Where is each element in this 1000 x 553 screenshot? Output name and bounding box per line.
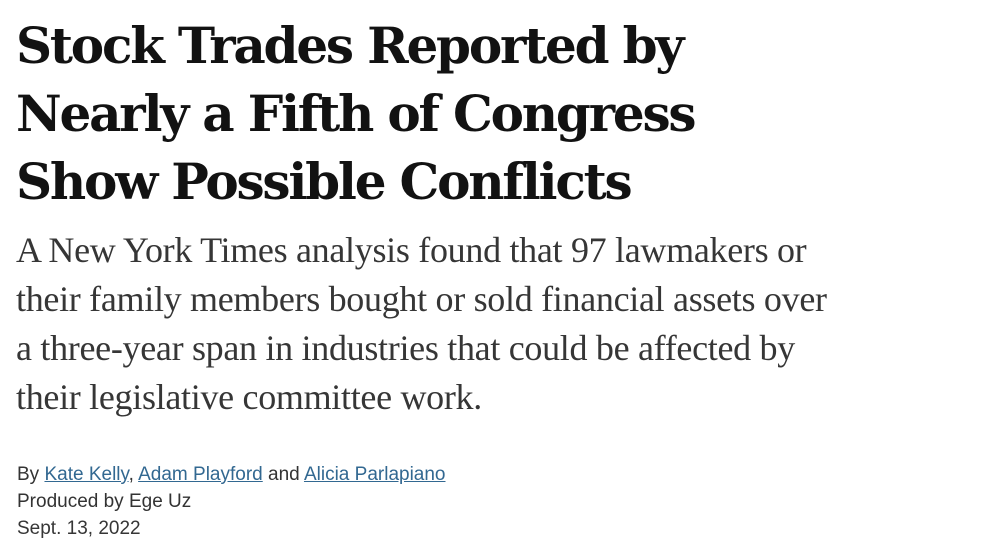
producer-credit: Produced by Ege Uz bbox=[17, 491, 192, 512]
author-link-kate-kelly[interactable]: Kate Kelly bbox=[44, 464, 128, 485]
byline-separator: , bbox=[128, 464, 134, 485]
summary-line: A New York Times analysis found that 97 … bbox=[16, 230, 807, 270]
summary-line: a three-year span in industries that cou… bbox=[16, 328, 795, 368]
byline: By Kate Kelly, Adam Playford and Alicia … bbox=[17, 461, 446, 488]
headline: Stock Trades Reported by Nearly a Fifth … bbox=[16, 12, 976, 216]
headline-line: Nearly a Fifth of Congress bbox=[16, 84, 697, 143]
byline-separator: and bbox=[268, 464, 300, 485]
article-header: Stock Trades Reported by Nearly a Fifth … bbox=[0, 0, 1000, 553]
author-link-alicia-parlapiano[interactable]: Alicia Parlapiano bbox=[304, 464, 446, 485]
author-link-adam-playford[interactable]: Adam Playford bbox=[138, 464, 263, 485]
summary-line: their legislative committee work. bbox=[16, 377, 482, 417]
summary: A New York Times analysis found that 97 … bbox=[16, 226, 976, 422]
publish-date: Sept. 13, 2022 bbox=[17, 518, 141, 539]
headline-line: Show Possible Conflicts bbox=[16, 152, 633, 211]
summary-line: their family members bought or sold fina… bbox=[16, 279, 827, 319]
headline-line: Stock Trades Reported by bbox=[16, 16, 684, 75]
byline-prefix: By bbox=[17, 464, 40, 485]
article-meta: By Kate Kelly, Adam Playford and Alicia … bbox=[17, 461, 446, 542]
